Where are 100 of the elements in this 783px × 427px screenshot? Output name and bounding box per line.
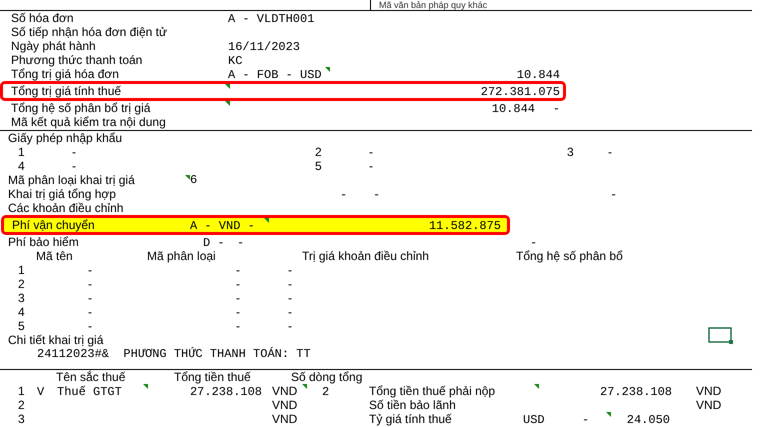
row-number: 1 <box>18 145 25 159</box>
currency-text: USD <box>523 412 545 426</box>
currency-text: VND <box>696 398 722 412</box>
label-text: Phương thức thanh toán <box>11 53 142 67</box>
dash-text: - <box>236 291 240 305</box>
row-number: 3 <box>18 291 25 305</box>
dash-text: - <box>369 145 373 159</box>
currency-text: VND <box>272 384 298 398</box>
label-text: Tổng trị giá hóa đơn <box>11 67 119 81</box>
field-value: 6 <box>190 173 198 187</box>
dash-text: - <box>88 291 92 305</box>
row-number: 2 <box>18 398 25 412</box>
field-value: KC <box>228 54 242 68</box>
field-value: - <box>530 236 538 250</box>
field-value: A - VND - <box>190 218 255 232</box>
label-text: Tổng trị giá tính thuế <box>11 84 122 98</box>
dash-text: - <box>72 145 76 159</box>
label-text: Phí bảo hiểm <box>8 235 79 249</box>
label-text: Số tiền bảo lãnh <box>369 398 456 412</box>
label-text: Khai trị giá tổng hợp <box>8 187 116 201</box>
amount-value: 11.582.875 <box>428 218 501 232</box>
line-count: 2 <box>322 384 330 398</box>
comment-marker-icon <box>302 384 307 389</box>
label-text: Phí vận chuyển <box>12 218 95 232</box>
row-number: 1 <box>18 263 25 277</box>
dash-text: - <box>373 188 380 202</box>
currency-text: VND <box>272 412 298 426</box>
row-number: 4 <box>18 159 25 173</box>
label-text: Ngày phát hành <box>11 39 96 53</box>
field-value: 16/11/2023 <box>228 40 300 54</box>
amount-value: 24.050 <box>626 412 670 426</box>
dash-text: - <box>582 412 590 426</box>
currency-text: VND <box>272 398 298 412</box>
label-text: Số hóa đơn <box>11 11 74 25</box>
label-text: Tổng tiền thuế phải nộp <box>369 384 496 398</box>
field-value: - <box>237 236 244 250</box>
currency-text: VND <box>696 384 722 398</box>
dash-text: - <box>88 319 92 333</box>
tax-code: V <box>37 384 44 398</box>
comment-marker-icon <box>264 218 269 223</box>
row-number: 5 <box>315 159 322 173</box>
dash-text: - <box>88 277 92 291</box>
row-number: 3 <box>18 412 25 426</box>
comment-marker-icon <box>534 384 539 389</box>
cell-selection-icon <box>708 327 734 345</box>
tax-name: Thuế GTGT <box>57 384 122 398</box>
dash-text: - <box>552 102 560 116</box>
row-number: 3 <box>567 145 574 159</box>
label-text: Mã phân loại khai trị giá <box>8 173 135 187</box>
dash-text: - <box>236 305 240 319</box>
row-number: 2 <box>315 145 322 159</box>
dash-text: - <box>288 319 292 333</box>
dash-text: - <box>340 188 348 202</box>
label-text: Số tiếp nhận hóa đơn điện tử <box>11 25 168 39</box>
header-note: Mã văn bản pháp quy khác <box>379 0 488 10</box>
dash-text: - <box>610 188 618 202</box>
label-text: Giấy phép nhập khẩu <box>8 131 122 145</box>
field-value: D - <box>203 236 225 250</box>
field-value: A - VLDTH001 <box>228 12 314 26</box>
label-text: Tỷ giá tính thuế <box>369 412 452 426</box>
comment-marker-icon <box>606 412 611 417</box>
row-number: 2 <box>18 277 25 291</box>
dash-text: - <box>608 145 612 159</box>
comment-marker-icon <box>185 175 190 180</box>
label-text: Các khoản điều chỉnh <box>8 201 124 215</box>
dash-text: - <box>288 263 292 277</box>
dash-text: - <box>288 277 292 291</box>
label-text: Tổng hệ số phân bổ trị giá <box>11 101 150 115</box>
column-header: Tổng hệ số phân bổ <box>516 249 623 263</box>
amount-value: 272.381.075 <box>480 84 560 98</box>
column-header: Tổng tiền thuế <box>174 370 251 384</box>
label-text: Mã kết quả kiểm tra nội dung <box>11 115 166 129</box>
column-header: Mã phân loại <box>147 249 216 263</box>
amount-value: 27.238.108 <box>190 384 262 398</box>
detail-text: 24112023#& PHƯƠNG THỨC THANH TOÁN: TT <box>37 347 311 361</box>
column-header: Số dòng tổng <box>291 370 362 384</box>
dash-text: - <box>369 159 373 173</box>
dash-text: - <box>236 263 240 277</box>
comment-marker-icon <box>225 84 230 89</box>
column-header: Tên sắc thuế <box>56 370 126 384</box>
label-text: Chi tiết khai trị giá <box>8 333 104 347</box>
column-header: Mã tên <box>36 249 73 263</box>
row-number: 4 <box>18 305 25 319</box>
comment-marker-icon <box>325 67 330 72</box>
dash-text: - <box>72 159 76 173</box>
amount-value: 27.238.108 <box>600 384 672 398</box>
amount-value: 10.844 <box>492 102 535 116</box>
comment-marker-icon <box>143 384 148 389</box>
field-value: A - FOB - USD <box>228 68 322 82</box>
dash-text: - <box>236 277 240 291</box>
dash-text: - <box>88 305 92 319</box>
dash-text: - <box>288 305 292 319</box>
row-number: 5 <box>18 319 25 333</box>
row-number: 1 <box>18 384 25 398</box>
dash-text: - <box>88 263 92 277</box>
dash-text: - <box>288 291 292 305</box>
comment-marker-icon <box>225 101 230 106</box>
dash-text: - <box>236 319 240 333</box>
amount-value: 10.844 <box>516 68 560 82</box>
column-header: Trị giá khoản điều chỉnh <box>302 249 429 263</box>
